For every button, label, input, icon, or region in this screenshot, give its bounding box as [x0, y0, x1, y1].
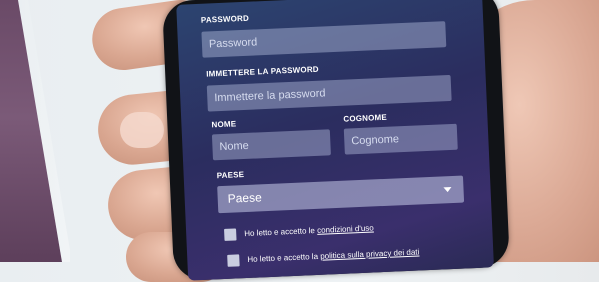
- smartphone: PASSWORD Password IMMETTERE LA PASSWORD …: [162, 0, 510, 282]
- country-label: PAESE: [216, 170, 245, 181]
- name-label: NOME: [211, 119, 237, 130]
- confirm-password-field[interactable]: Immettere la password: [206, 74, 452, 112]
- country-select[interactable]: Paese: [217, 175, 465, 214]
- password-label: PASSWORD: [200, 13, 250, 25]
- surname-label: COGNOME: [343, 112, 388, 124]
- phone-screen: PASSWORD Password IMMETTERE LA PASSWORD …: [176, 0, 494, 281]
- privacy-link[interactable]: politica sulla privacy dei dati: [320, 247, 419, 260]
- terms-link[interactable]: condizioni d'uso: [317, 223, 374, 234]
- thumb-nail: [120, 112, 164, 148]
- confirm-password-label: IMMETTERE LA PASSWORD: [206, 64, 320, 79]
- name-field[interactable]: Nome: [211, 129, 331, 161]
- surname-field[interactable]: Cognome: [343, 123, 458, 155]
- terms-prefix: Ho letto e accetto le: [244, 225, 318, 239]
- terms-checkbox[interactable]: [224, 228, 237, 241]
- password-field[interactable]: Password: [201, 21, 447, 58]
- privacy-checkbox[interactable]: [227, 254, 240, 267]
- country-selected-value: Paese: [227, 190, 263, 206]
- privacy-prefix: Ho letto e accetto la: [247, 251, 321, 264]
- chevron-down-icon: [443, 187, 452, 193]
- terms-text: Ho letto e accetto le condizioni d'uso: [244, 223, 374, 238]
